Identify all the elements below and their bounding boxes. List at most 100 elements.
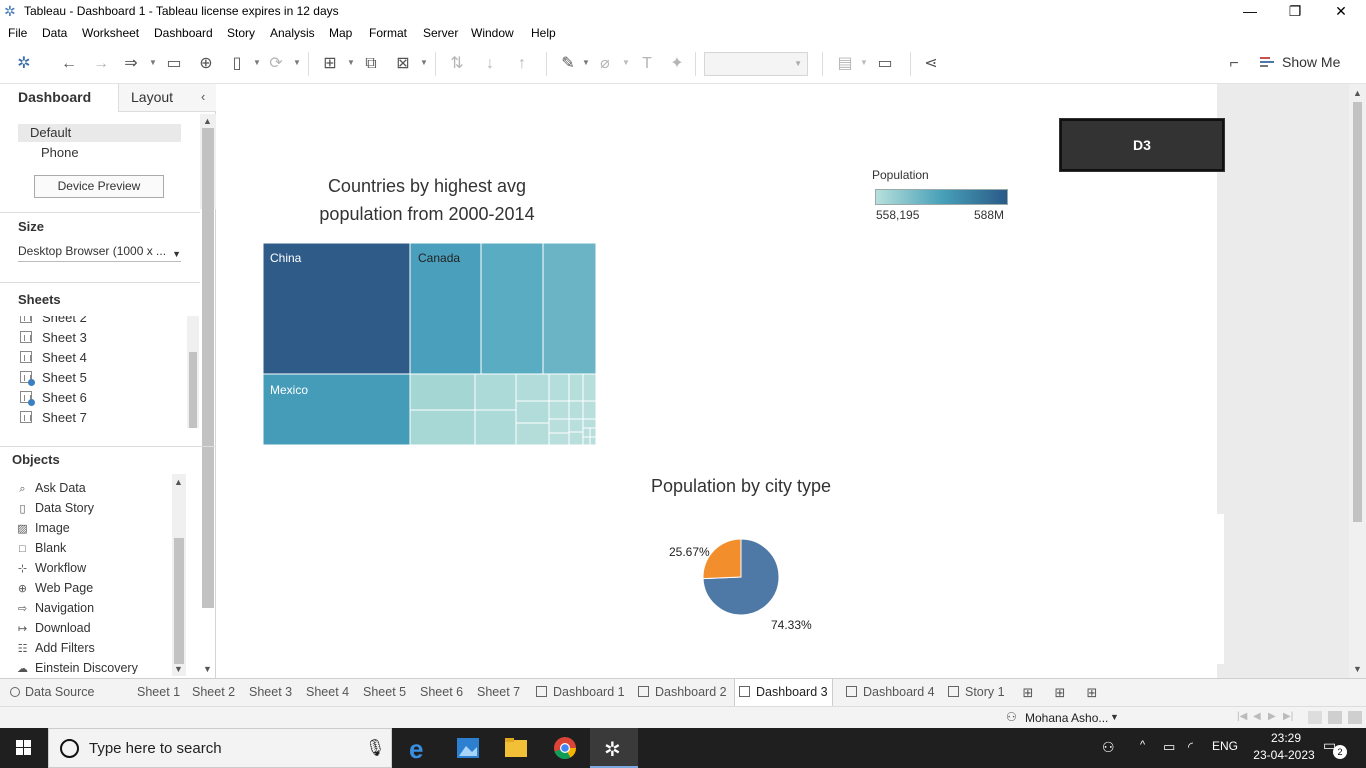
list-item[interactable]: Sheet 6: [20, 388, 87, 408]
object-ask-data[interactable]: ⌕ Ask Data: [16, 478, 85, 498]
highlight-caret-icon[interactable]: ▼: [582, 58, 590, 67]
presentation-icon[interactable]: ▭: [874, 53, 896, 75]
wifi-icon[interactable]: ◜: [1188, 739, 1193, 755]
object-image[interactable]: ▨ Image: [16, 518, 69, 538]
new-worksheet-icon[interactable]: ⊞: [1020, 685, 1036, 701]
canvas-scrollbar[interactable]: ▲ ▼: [1349, 84, 1366, 678]
sort-descending-icon[interactable]: ↑: [511, 53, 533, 75]
tab-story-1[interactable]: Story 1: [944, 679, 1009, 706]
swap-icon[interactable]: ⇅: [446, 53, 468, 75]
scroll-up-icon[interactable]: ▲: [203, 116, 212, 126]
photos-app[interactable]: [444, 728, 492, 768]
new-data-source-icon[interactable]: ⊕: [195, 53, 217, 75]
tab-dashboard[interactable]: Dashboard: [18, 89, 91, 111]
close-button[interactable]: ✕: [1318, 0, 1364, 23]
tab-dashboard-2[interactable]: Dashboard 2: [634, 679, 731, 706]
replay-icon[interactable]: ⇒: [120, 53, 142, 75]
object-workflow[interactable]: ⊹ Workflow: [16, 558, 86, 578]
menu-map[interactable]: Map: [329, 26, 352, 40]
list-item[interactable]: Sheet 4: [20, 348, 87, 368]
menu-server[interactable]: Server: [423, 26, 458, 40]
menu-story[interactable]: Story: [227, 26, 255, 40]
menu-format[interactable]: Format: [369, 26, 407, 40]
chevron-down-icon[interactable]: ▼: [1110, 712, 1119, 722]
scroll-up-icon[interactable]: ▲: [1353, 88, 1362, 98]
group-icon[interactable]: ⌀: [594, 53, 616, 75]
pane-scroll-thumb[interactable]: [202, 128, 214, 608]
new-story-icon[interactable]: ⊞: [1084, 685, 1100, 701]
tab-dashboard-3[interactable]: Dashboard 3: [734, 679, 833, 707]
color-legend-gradient[interactable]: [875, 189, 1008, 205]
tab-dashboard-1[interactable]: Dashboard 1: [532, 679, 629, 706]
clock-time[interactable]: 23:29: [1264, 731, 1308, 745]
highlight-icon[interactable]: ✎: [557, 53, 579, 75]
clock-date[interactable]: 23-04-2023: [1248, 748, 1320, 762]
prev-sheet-icon[interactable]: ◀: [1253, 711, 1261, 722]
microphone-icon[interactable]: 🎙: [365, 738, 385, 758]
refresh-caret-icon[interactable]: ▼: [293, 58, 301, 67]
file-explorer-app[interactable]: [492, 728, 540, 768]
tab-sheet-6[interactable]: Sheet 6: [416, 679, 467, 706]
filmstrip-icon[interactable]: [1328, 711, 1342, 724]
refresh-icon[interactable]: ⟳: [265, 53, 287, 75]
clear-sheet-icon[interactable]: ⊠: [392, 53, 414, 75]
sheets-scroll-thumb[interactable]: [189, 352, 197, 428]
size-dropdown[interactable]: Desktop Browser (1000 x ... ▼: [18, 242, 181, 262]
clear-caret-icon[interactable]: ▼: [420, 58, 428, 67]
group-caret-icon[interactable]: ▼: [622, 58, 630, 67]
user-name[interactable]: Mohana Asho...: [1025, 711, 1108, 725]
taskbar-search[interactable]: Type here to search 🎙: [48, 728, 392, 768]
chrome-app[interactable]: [541, 728, 589, 768]
show-me-button[interactable]: Show Me: [1260, 54, 1340, 70]
tab-sheet-2[interactable]: Sheet 2: [188, 679, 239, 706]
start-button[interactable]: [0, 728, 48, 768]
tableau-app[interactable]: ✲: [590, 728, 638, 768]
scroll-down-icon[interactable]: ▼: [174, 664, 183, 674]
object-add-filters[interactable]: ☷ Add Filters: [16, 638, 95, 658]
sheet-sorter-icon[interactable]: [1308, 711, 1322, 724]
tab-dashboard-4[interactable]: Dashboard 4: [842, 679, 939, 706]
minimize-button[interactable]: —: [1227, 0, 1273, 23]
menu-help[interactable]: Help: [531, 26, 556, 40]
tab-sheet-1[interactable]: Sheet 1: [133, 679, 184, 706]
menu-data[interactable]: Data: [42, 26, 67, 40]
labels-icon[interactable]: T: [636, 53, 658, 75]
pause-caret-icon[interactable]: ▼: [253, 58, 261, 67]
format-painter-icon[interactable]: ⌐: [1223, 53, 1245, 75]
menu-analysis[interactable]: Analysis: [270, 26, 315, 40]
tab-layout[interactable]: Layout: [131, 89, 173, 111]
language-indicator[interactable]: ENG: [1212, 739, 1238, 753]
object-einstein-discovery[interactable]: ☁ Einstein Discovery: [16, 658, 138, 674]
object-navigation[interactable]: ⇨ Navigation: [16, 598, 94, 618]
device-default[interactable]: Default: [18, 124, 181, 142]
notification-center[interactable]: ▭ 2: [1323, 737, 1347, 759]
object-blank[interactable]: □ Blank: [16, 538, 66, 558]
cards-icon[interactable]: ▤: [834, 53, 856, 75]
people-icon[interactable]: ⚇: [1102, 739, 1115, 756]
object-download[interactable]: ↦ Download: [16, 618, 91, 638]
last-sheet-icon[interactable]: ▶|: [1283, 711, 1293, 722]
pie-chart[interactable]: 25.67% 74.33%: [667, 539, 827, 639]
tab-sheet-4[interactable]: Sheet 4: [302, 679, 353, 706]
canvas-scroll-thumb[interactable]: [1353, 102, 1362, 522]
fit-dropdown[interactable]: ▼: [704, 52, 808, 76]
objects-scroll-thumb[interactable]: [174, 538, 184, 664]
menu-file[interactable]: File: [8, 26, 27, 40]
duplicate-sheet-icon[interactable]: ⧉: [360, 53, 382, 75]
maximize-button[interactable]: ❐: [1272, 0, 1318, 23]
scroll-up-icon[interactable]: ▲: [174, 477, 183, 487]
list-item[interactable]: Sheet 7: [20, 408, 87, 428]
collapse-pane-icon[interactable]: ‹: [201, 89, 205, 104]
new-dashboard-icon[interactable]: ⊞: [1052, 685, 1068, 701]
list-item[interactable]: Sheet 2: [20, 316, 87, 328]
undo-icon[interactable]: ←: [58, 53, 80, 75]
menu-window[interactable]: Window: [471, 26, 514, 40]
tab-sheet-7[interactable]: Sheet 7: [473, 679, 524, 706]
first-sheet-icon[interactable]: |◀: [1237, 711, 1247, 722]
edge-app[interactable]: e: [395, 728, 443, 768]
menu-dashboard[interactable]: Dashboard: [154, 26, 213, 40]
cards-caret-icon[interactable]: ▼: [860, 58, 868, 67]
object-web-page[interactable]: ⊕ Web Page: [16, 578, 93, 598]
object-data-story[interactable]: ▯ Data Story: [16, 498, 94, 518]
scroll-down-icon[interactable]: ▼: [1353, 664, 1362, 674]
